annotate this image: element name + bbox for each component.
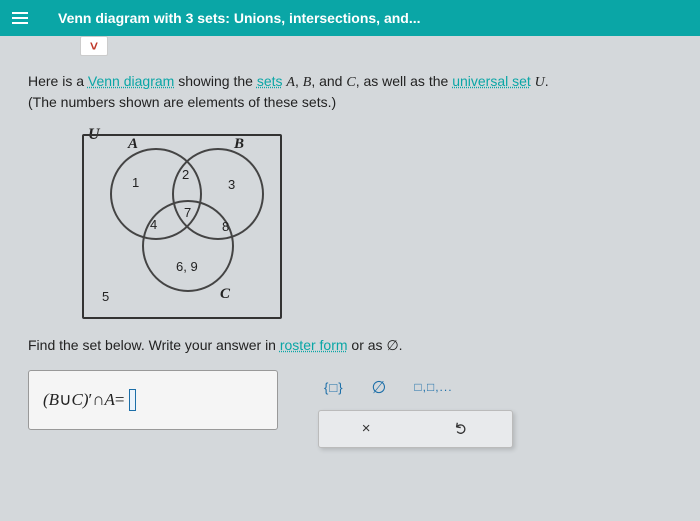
input-cursor[interactable] <box>129 389 136 411</box>
label-B: B <box>234 134 244 155</box>
braces-button[interactable]: {□} <box>324 379 344 397</box>
element-6-9: 6, 9 <box>176 258 198 276</box>
sets-link[interactable]: sets <box>257 73 283 89</box>
element-3: 3 <box>228 176 235 194</box>
element-5: 5 <box>102 288 109 306</box>
intro-line-2: (The numbers shown are elements of these… <box>28 93 672 113</box>
menu-icon[interactable] <box>12 12 28 24</box>
label-C: C <box>220 284 230 305</box>
venn-diagram: U A B C 1 2 3 4 7 8 6, 9 5 <box>82 126 292 326</box>
content-area: Here is a Venn diagram showing the sets … <box>0 36 700 450</box>
chevron-down-icon[interactable]: ˅ <box>80 36 108 56</box>
clear-button[interactable]: × <box>362 418 371 439</box>
page-title: Venn diagram with 3 sets: Unions, inters… <box>58 10 421 26</box>
answer-input-box[interactable]: (B ∪ C)′ ∩ A = <box>28 370 278 430</box>
emptyset-button[interactable]: ∅ <box>372 376 387 400</box>
reset-button[interactable]: ↺ <box>450 420 474 437</box>
venn-diagram-link[interactable]: Venn diagram <box>88 73 174 89</box>
element-8: 8 <box>222 218 229 236</box>
element-2: 2 <box>182 166 189 184</box>
sequence-button[interactable]: □,□,... <box>414 379 452 396</box>
element-7: 7 <box>184 204 191 222</box>
toolbox: {□} ∅ □,□,... × ↺ <box>318 370 513 450</box>
header-bar: Venn diagram with 3 sets: Unions, inters… <box>0 0 700 36</box>
question-prompt: Find the set below. Write your answer in… <box>28 336 672 356</box>
element-4: 4 <box>150 216 157 234</box>
roster-form-link[interactable]: roster form <box>280 337 348 353</box>
universal-set-link[interactable]: universal set <box>452 73 531 89</box>
label-A: A <box>128 134 138 155</box>
intro-line-1: Here is a Venn diagram showing the sets … <box>28 72 672 93</box>
element-1: 1 <box>132 174 139 192</box>
